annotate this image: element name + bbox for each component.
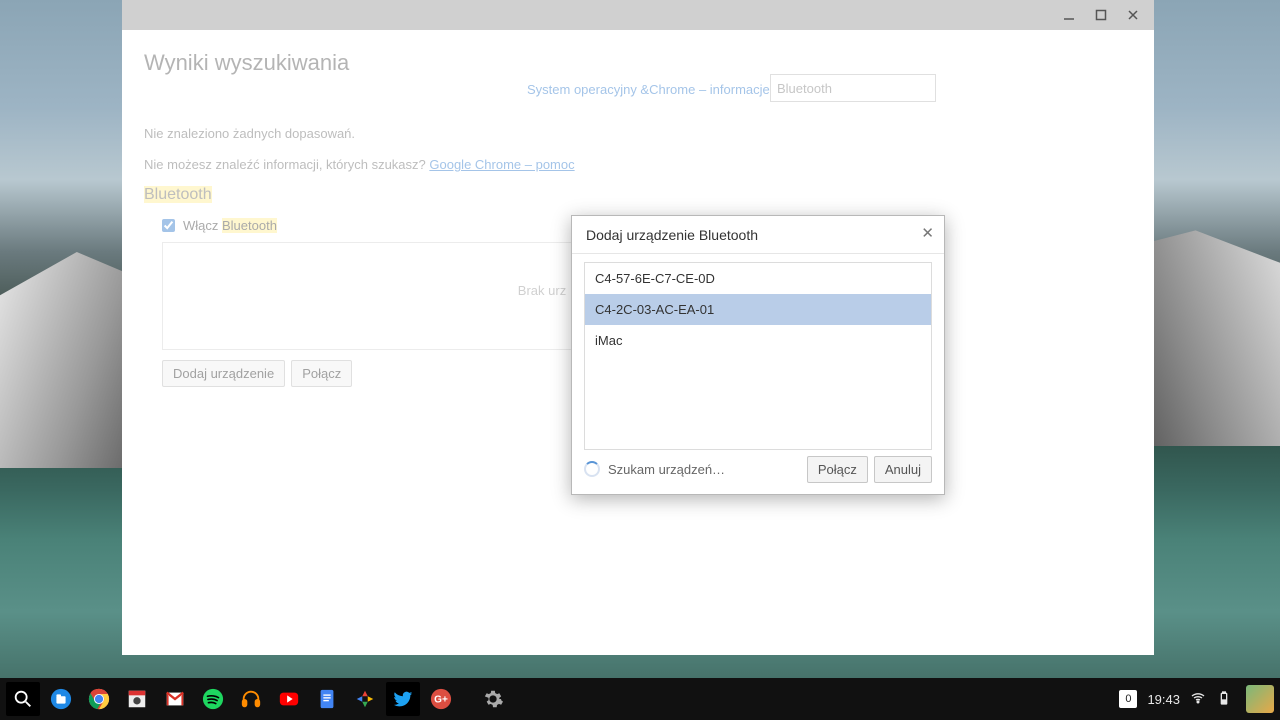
youtube-icon[interactable] — [272, 682, 306, 716]
dialog-footer: Szukam urządzeń… Połącz Anuluj — [584, 454, 932, 484]
settings-window: Wyniki wyszukiwania System operacyjny &C… — [122, 0, 1154, 655]
bluetooth-device-item[interactable]: iMac — [585, 325, 931, 356]
dialog-header: Dodaj urządzenie Bluetooth ✕ — [572, 216, 944, 254]
window-close-button[interactable] — [1124, 6, 1142, 24]
settings-icon[interactable] — [476, 682, 510, 716]
scanning-spinner-icon — [584, 461, 600, 477]
app-icon[interactable] — [120, 682, 154, 716]
photos-icon[interactable] — [348, 682, 382, 716]
connect-button[interactable]: Połącz — [291, 360, 352, 387]
docs-icon[interactable] — [310, 682, 344, 716]
no-results-text: Nie znaleziono żadnych dopasowań. — [144, 126, 355, 141]
window-titlebar — [122, 0, 1154, 30]
dialog-cancel-button[interactable]: Anuluj — [874, 456, 932, 483]
chrome-icon[interactable] — [82, 682, 116, 716]
dialog-close-button[interactable]: ✕ — [921, 224, 934, 242]
gmail-icon[interactable] — [158, 682, 192, 716]
enable-bluetooth-checkbox[interactable] — [162, 219, 175, 232]
search-icon[interactable] — [6, 682, 40, 716]
shelf: G+ 0 19:43 — [0, 678, 1280, 720]
help-link[interactable]: Google Chrome – pomoc — [429, 157, 574, 172]
svg-text:G+: G+ — [434, 695, 448, 706]
help-text: Nie możesz znaleźć informacji, których s… — [144, 157, 575, 172]
spotify-icon[interactable] — [196, 682, 230, 716]
twitter-icon[interactable] — [386, 682, 420, 716]
help-prefix: Nie możesz znaleźć informacji, których s… — [144, 157, 429, 172]
battery-icon[interactable] — [1216, 690, 1232, 709]
page-title: Wyniki wyszukiwania — [144, 50, 1132, 76]
dialog-title: Dodaj urządzenie Bluetooth — [586, 227, 758, 243]
nav-about-link[interactable]: System operacyjny &Chrome – informacje — [527, 82, 770, 97]
bluetooth-device-item[interactable]: C4-57-6E-C7-CE-0D — [585, 263, 931, 294]
heading-highlight: Bluetooth — [144, 186, 212, 203]
scanning-label: Szukam urządzeń… — [608, 462, 801, 477]
headphones-icon[interactable] — [234, 682, 268, 716]
user-avatar[interactable] — [1246, 685, 1274, 713]
google-plus-icon[interactable]: G+ — [424, 682, 458, 716]
files-app-icon[interactable] — [44, 682, 78, 716]
bluetooth-device-item[interactable]: C4-2C-03-AC-EA-01 — [585, 294, 931, 325]
shelf-apps: G+ — [6, 682, 510, 716]
wifi-icon[interactable] — [1190, 690, 1206, 709]
settings-search-input[interactable] — [770, 74, 936, 102]
notification-count[interactable]: 0 — [1119, 690, 1137, 708]
no-devices-text: Brak urz — [518, 283, 566, 298]
device-buttons-row: Dodaj urządzenie Połącz — [162, 360, 352, 387]
bluetooth-device-list: C4-57-6E-C7-CE-0D C4-2C-03-AC-EA-01 iMac — [584, 262, 932, 450]
clock[interactable]: 19:43 — [1147, 692, 1180, 707]
enable-bluetooth-row[interactable]: Włącz Bluetooth — [162, 218, 277, 233]
bluetooth-section-heading: Bluetooth — [144, 186, 212, 204]
enable-bluetooth-label: Włącz Bluetooth — [183, 218, 277, 233]
dialog-connect-button[interactable]: Połącz — [807, 456, 868, 483]
add-device-button[interactable]: Dodaj urządzenie — [162, 360, 285, 387]
system-tray[interactable]: 0 19:43 — [1119, 685, 1274, 713]
add-bluetooth-device-dialog: Dodaj urządzenie Bluetooth ✕ C4-57-6E-C7… — [571, 215, 945, 495]
window-minimize-button[interactable] — [1060, 6, 1078, 24]
window-maximize-button[interactable] — [1092, 6, 1110, 24]
